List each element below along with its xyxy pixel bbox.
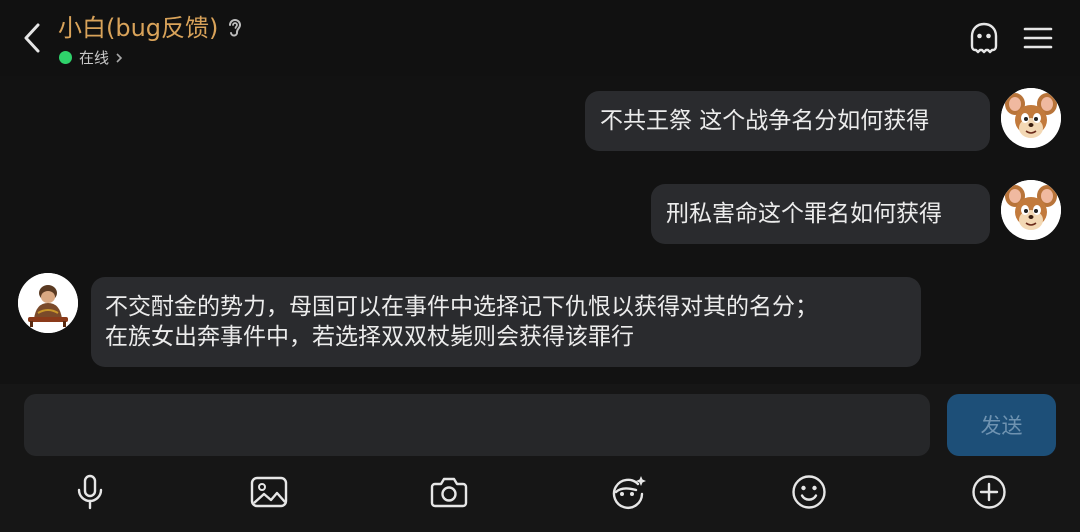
image-icon[interactable] (247, 470, 291, 514)
jerry-mouse-avatar[interactable] (1001, 180, 1061, 240)
status-text: 在线 (79, 49, 110, 67)
composer: 发送 (0, 384, 1080, 532)
message-text: 刑私害命这个罪名如何获得 (666, 201, 942, 227)
plus-icon[interactable] (967, 470, 1011, 514)
message-text-line-2: 在族女出奔事件中，若选择双双杖毙则会获得该罪行 (105, 324, 634, 350)
emoji-icon[interactable] (787, 470, 831, 514)
message-bubble[interactable]: 刑私害命这个罪名如何获得 (651, 184, 990, 244)
title-row[interactable]: 小白(bug反馈) (58, 12, 246, 44)
jerry-mouse-avatar[interactable] (1001, 88, 1061, 148)
message-bubble[interactable]: 不共王祭 这个战争名分如何获得 (585, 91, 990, 151)
status-chevron-icon (115, 52, 123, 64)
sticker-icon[interactable] (606, 470, 650, 514)
camera-icon[interactable] (427, 470, 471, 514)
character-avatar[interactable] (18, 273, 78, 333)
microphone-icon[interactable] (68, 470, 112, 514)
online-dot (59, 51, 72, 64)
chat-header: 小白(bug反馈) 在线 (0, 0, 1080, 76)
message-input[interactable] (24, 394, 930, 456)
message-text-line-1: 不交酎金的势力，母国可以在事件中选择记下仇恨以获得对其的名分； (105, 294, 818, 320)
message-bubble[interactable]: 不交酎金的势力，母国可以在事件中选择记下仇恨以获得对其的名分； 在族女出奔事件中… (91, 277, 921, 367)
message-text: 不共王祭 这个战争名分如何获得 (600, 108, 930, 134)
chat-title[interactable]: 小白(bug反馈) (58, 12, 218, 44)
ear-icon[interactable] (226, 16, 246, 40)
ghost-icon[interactable] (964, 18, 1004, 58)
send-button[interactable]: 发送 (947, 394, 1056, 456)
status-row[interactable]: 在线 (59, 47, 123, 68)
message-list[interactable]: 不共王祭 这个战争名分如何获得 刑私害命这个罪名如何获得 不交酎金的势力，母国可… (0, 76, 1080, 384)
menu-icon[interactable] (1018, 18, 1058, 58)
back-icon[interactable] (16, 20, 48, 56)
